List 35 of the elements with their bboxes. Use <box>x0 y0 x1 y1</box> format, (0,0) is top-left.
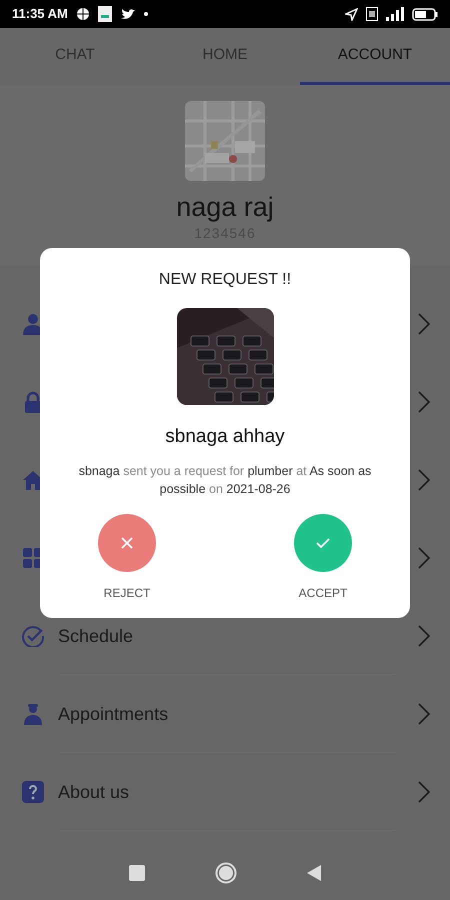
tab[interactable]: CHAT <box>0 28 150 85</box>
location-icon <box>345 8 358 20</box>
dot-icon <box>144 12 148 16</box>
home-button-icon[interactable] <box>215 862 237 884</box>
tab[interactable]: HOME <box>150 28 300 85</box>
bird-icon <box>120 8 136 20</box>
chevron-right-icon <box>418 703 430 725</box>
menu-item-label[interactable]: Schedule <box>58 622 134 650</box>
check-circle-icon <box>22 625 44 647</box>
square-icon[interactable] <box>129 864 145 880</box>
battery-icon <box>412 8 438 20</box>
signal-icon <box>386 7 404 21</box>
back-icon[interactable] <box>307 864 321 880</box>
globe-icon <box>76 7 90 21</box>
button-label: REJECT <box>104 584 150 602</box>
check-icon <box>316 536 330 550</box>
x-icon <box>120 536 134 550</box>
chevron-right-icon <box>418 781 430 803</box>
button-label: ACCEPT <box>298 584 348 602</box>
dialog-title: NEW REQUEST !! <box>158 270 292 290</box>
chevron-right-icon <box>418 547 430 569</box>
user-name: naga raj <box>176 193 274 223</box>
chevron-right-icon <box>418 469 430 491</box>
worker-icon <box>22 703 44 725</box>
request-message: sbnaga sent you a request for plumber at As soon as possible on 2021-08-26 <box>78 462 372 498</box>
clock-time: 11:35 AM <box>12 5 68 24</box>
help-icon <box>22 781 44 803</box>
menu-item-label[interactable]: Appointments <box>58 700 168 728</box>
chevron-right-icon <box>418 313 430 335</box>
sender-name: sbnaga ahhay <box>164 425 286 449</box>
chevron-right-icon <box>418 391 430 413</box>
sim-icon <box>366 7 378 21</box>
app-icon <box>98 6 112 22</box>
menu-item-label[interactable]: About us <box>58 778 130 806</box>
chevron-right-icon <box>418 625 430 647</box>
